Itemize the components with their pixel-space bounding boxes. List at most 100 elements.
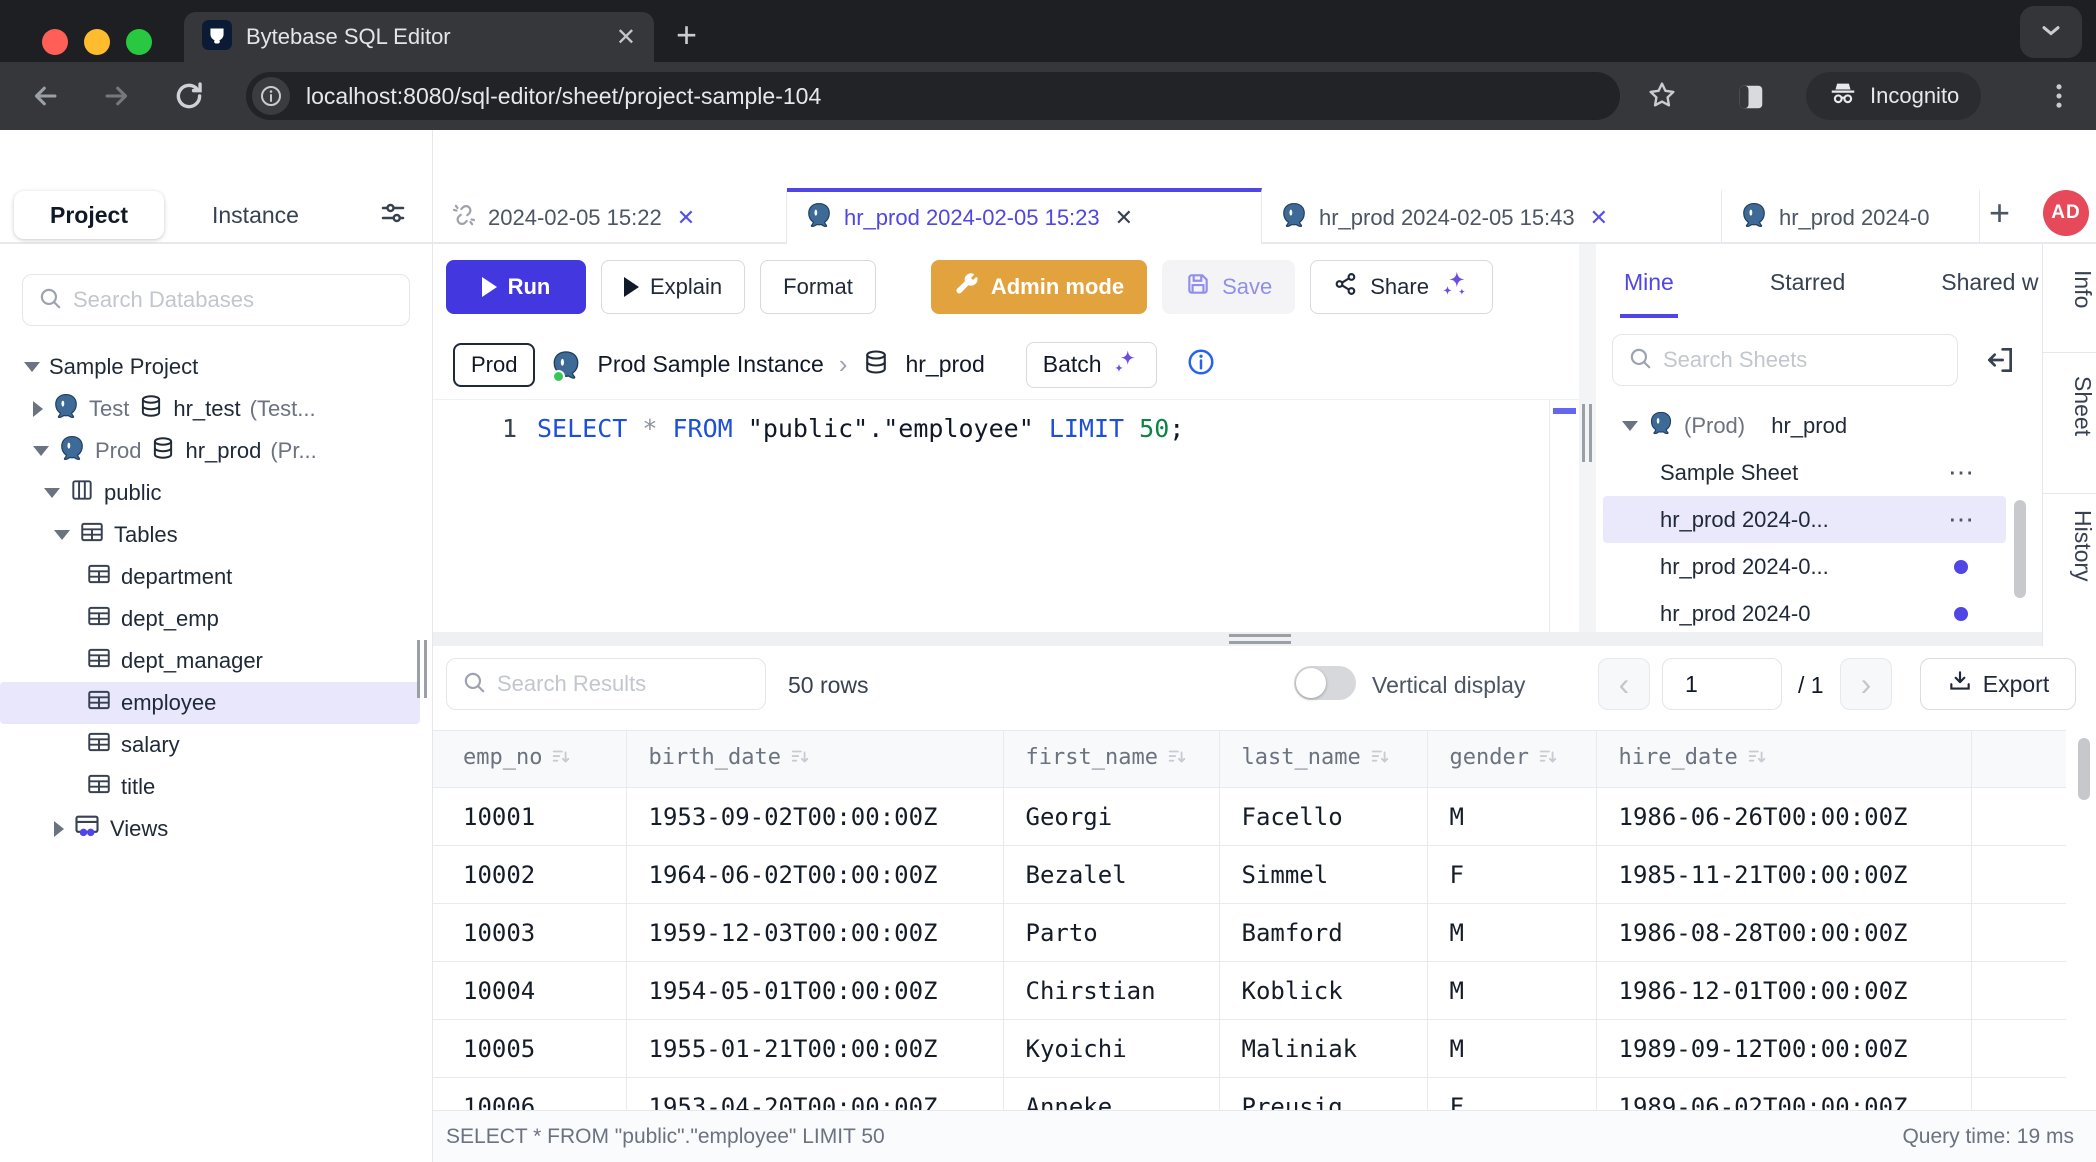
panel-resize-gutter[interactable] xyxy=(1579,244,1596,632)
tree-item-table-dept-emp[interactable]: dept_emp xyxy=(0,598,432,640)
tab-mine[interactable]: Mine xyxy=(1624,269,1674,296)
search-databases-input[interactable]: Search Databases xyxy=(22,274,410,326)
database-breadcrumb[interactable]: hr_prod xyxy=(905,351,984,378)
column-header-emp-no[interactable]: emp_no xyxy=(433,731,626,788)
play-icon xyxy=(624,277,639,297)
results-panel: Search Results 50 rows Vertical display … xyxy=(433,646,2096,1110)
search-results-input[interactable]: Search Results xyxy=(446,658,766,710)
table-cell-filler xyxy=(1971,846,2066,904)
admin-mode-button[interactable]: Admin mode xyxy=(931,260,1147,314)
minimize-window-button[interactable] xyxy=(84,29,110,55)
worksheet-tab-2-active[interactable]: hr_prod 2024-02-05 15:23 ✕ xyxy=(787,188,1262,244)
export-button[interactable]: Export xyxy=(1920,658,2076,710)
rail-tab-info[interactable]: Info xyxy=(2043,270,2096,308)
filter-sliders-icon[interactable] xyxy=(378,198,408,233)
tab-shared-with-me[interactable]: Shared w xyxy=(1941,269,2038,296)
sidebar-resize-handle[interactable] xyxy=(417,640,427,698)
tree-item-project[interactable]: Sample Project xyxy=(0,346,432,388)
sheet-import-icon[interactable] xyxy=(1984,344,2016,381)
table-cell: Kyoichi xyxy=(1003,1020,1219,1078)
side-panel-icon[interactable] xyxy=(1736,82,1770,116)
worksheet-tab-4[interactable]: hr_prod 2024-0 xyxy=(1722,188,1980,244)
more-menu-icon[interactable]: ⋯ xyxy=(1948,504,1974,535)
close-worksheet-icon[interactable]: ✕ xyxy=(677,205,695,231)
save-button[interactable]: Save xyxy=(1162,260,1295,314)
results-resize-gutter[interactable] xyxy=(433,632,2042,646)
tree-item-table-department[interactable]: department xyxy=(0,556,432,598)
search-sheets-input[interactable]: Search Sheets xyxy=(1612,334,1958,386)
vertical-display-toggle[interactable] xyxy=(1294,666,1356,700)
line-number: 1 xyxy=(433,414,517,443)
worksheet-tab-3[interactable]: hr_prod 2024-02-05 15:43 ✕ xyxy=(1262,188,1722,244)
postgresql-icon xyxy=(550,349,582,381)
sheet-item-sample-sheet[interactable]: Sample Sheet ⋯ xyxy=(1596,449,2042,496)
table-cell: Parto xyxy=(1003,904,1219,962)
info-icon[interactable] xyxy=(1186,347,1216,383)
rail-tab-history[interactable]: History xyxy=(2043,510,2096,582)
tree-item-table-dept-manager[interactable]: dept_manager xyxy=(0,640,432,682)
reload-icon[interactable] xyxy=(172,79,206,113)
tree-item-hr-prod[interactable]: Prod hr_prod (Pr... xyxy=(0,430,432,472)
sheet-item-unsaved-1[interactable]: hr_prod 2024-0... xyxy=(1596,543,2042,590)
table-cell: Georgi xyxy=(1003,788,1219,846)
table-row: 100051955-01-21T00:00:00ZKyoichiMaliniak… xyxy=(433,1020,2066,1078)
column-header-last-name[interactable]: last_name xyxy=(1219,731,1427,788)
page-number-input[interactable] xyxy=(1662,658,1782,710)
batch-button[interactable]: Batch xyxy=(1026,342,1157,388)
column-header-birth-date[interactable]: birth_date xyxy=(626,731,1003,788)
database-name: hr_test xyxy=(173,396,240,422)
worksheet-tab-1[interactable]: 2024-02-05 15:22 ✕ xyxy=(433,188,787,244)
browser-tab[interactable]: Bytebase SQL Editor ✕ xyxy=(184,12,654,62)
tree-item-schema-public[interactable]: public xyxy=(0,472,432,514)
postgresql-icon xyxy=(805,201,833,235)
sheet-list-scrollbar[interactable] xyxy=(2014,500,2026,598)
tab-instance[interactable]: Instance xyxy=(212,202,299,229)
site-info-icon[interactable] xyxy=(252,77,290,115)
tab-starred[interactable]: Starred xyxy=(1770,269,1845,296)
tree-item-table-salary[interactable]: salary xyxy=(0,724,432,766)
column-header-hire-date[interactable]: hire_date xyxy=(1596,731,1971,788)
column-header-filler xyxy=(1971,731,2066,788)
format-button[interactable]: Format xyxy=(760,260,876,314)
close-tab-icon[interactable]: ✕ xyxy=(616,23,636,52)
tree-item-table-title[interactable]: title xyxy=(0,766,432,808)
tree-item-hr-test[interactable]: Test hr_test (Test... xyxy=(0,388,432,430)
ai-sparkle-icon[interactable] xyxy=(1440,269,1470,305)
tree-item-table-employee-selected[interactable]: employee xyxy=(0,682,420,724)
prev-page-button[interactable]: ‹ xyxy=(1598,658,1650,710)
more-menu-icon[interactable]: ⋯ xyxy=(1948,457,1974,488)
maximize-window-button[interactable] xyxy=(126,29,152,55)
tab-project[interactable]: Project xyxy=(14,191,164,239)
back-icon[interactable] xyxy=(28,79,62,113)
close-worksheet-icon[interactable]: ✕ xyxy=(1115,205,1133,231)
rail-tab-sheet[interactable]: Sheet xyxy=(2043,376,2096,436)
avatar[interactable]: AD xyxy=(2043,190,2089,236)
panel-resize-handle[interactable] xyxy=(1582,404,1592,462)
editor-minimap[interactable] xyxy=(1549,400,1579,632)
new-tab-button[interactable]: + xyxy=(676,14,697,56)
new-worksheet-button[interactable]: + xyxy=(1989,192,2010,234)
sheet-item-unsaved-2[interactable]: hr_prod 2024-0 xyxy=(1596,590,2042,632)
close-worksheet-icon[interactable]: ✕ xyxy=(1590,205,1608,231)
table-scrollbar[interactable] xyxy=(2078,738,2090,800)
instance-breadcrumb[interactable]: Prod Sample Instance xyxy=(597,351,823,378)
bookmark-star-icon[interactable] xyxy=(1646,79,1680,113)
share-button[interactable]: Share xyxy=(1310,260,1493,314)
sheet-item-selected[interactable]: hr_prod 2024-0... ⋯ xyxy=(1603,496,2006,543)
instance-online-dot xyxy=(552,370,565,383)
forward-icon[interactable] xyxy=(100,79,134,113)
tree-item-views[interactable]: Views xyxy=(0,808,432,850)
tree-item-tables[interactable]: Tables xyxy=(0,514,432,556)
sql-editor[interactable]: 1 SELECT * FROM "public"."employee" LIMI… xyxy=(433,400,1549,632)
tab-search-button[interactable] xyxy=(2020,6,2082,58)
explain-button[interactable]: Explain xyxy=(601,260,745,314)
column-header-first-name[interactable]: first_name xyxy=(1003,731,1219,788)
close-window-button[interactable] xyxy=(42,29,68,55)
browser-menu-icon[interactable] xyxy=(2042,79,2076,113)
table-icon xyxy=(86,645,112,677)
next-page-button[interactable]: › xyxy=(1840,658,1892,710)
sheet-group-hr-prod[interactable]: (Prod) hr_prod xyxy=(1596,402,2042,449)
run-button[interactable]: Run xyxy=(446,260,586,314)
column-header-gender[interactable]: gender xyxy=(1427,731,1596,788)
address-bar[interactable]: localhost:8080/sql-editor/sheet/project-… xyxy=(246,72,1620,120)
